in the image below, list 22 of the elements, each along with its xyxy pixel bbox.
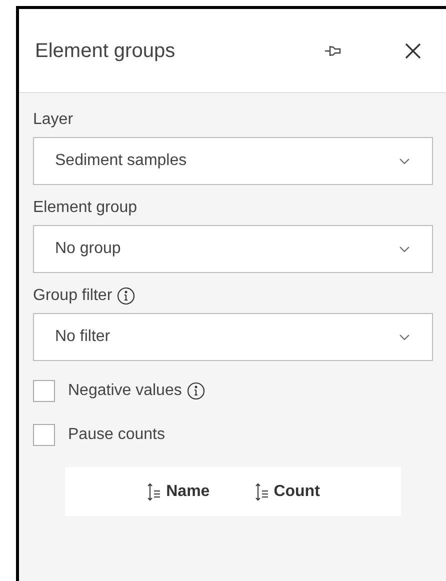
- chevron-down-icon: [399, 158, 410, 164]
- sort-icon: [254, 482, 270, 500]
- dropdown[interactable]: No group: [33, 225, 433, 273]
- dropdown[interactable]: Sediment samples: [33, 137, 433, 185]
- dropdown[interactable]: No filter: [33, 313, 433, 361]
- close-icon: [405, 42, 421, 58]
- sort-button[interactable]: Name: [146, 480, 210, 504]
- chevron-down-icon: [399, 246, 410, 252]
- sort-icon: [146, 482, 162, 500]
- checkbox-label: Pause counts: [68, 425, 165, 445]
- sort-button[interactable]: Count: [254, 480, 320, 504]
- field-label: Layer: [33, 110, 74, 130]
- field-label: Group filter: [33, 286, 112, 306]
- chevron-down-icon: [399, 334, 410, 340]
- info-icon[interactable]: [186, 382, 205, 400]
- checkbox-label: Negative values: [68, 381, 182, 401]
- field-label: Element group: [33, 198, 138, 218]
- panel-title: Element groups: [35, 38, 176, 64]
- info-icon[interactable]: [117, 287, 136, 305]
- pin-icon: [324, 44, 342, 58]
- checkbox[interactable]: [33, 424, 55, 446]
- checkbox[interactable]: [33, 380, 55, 402]
